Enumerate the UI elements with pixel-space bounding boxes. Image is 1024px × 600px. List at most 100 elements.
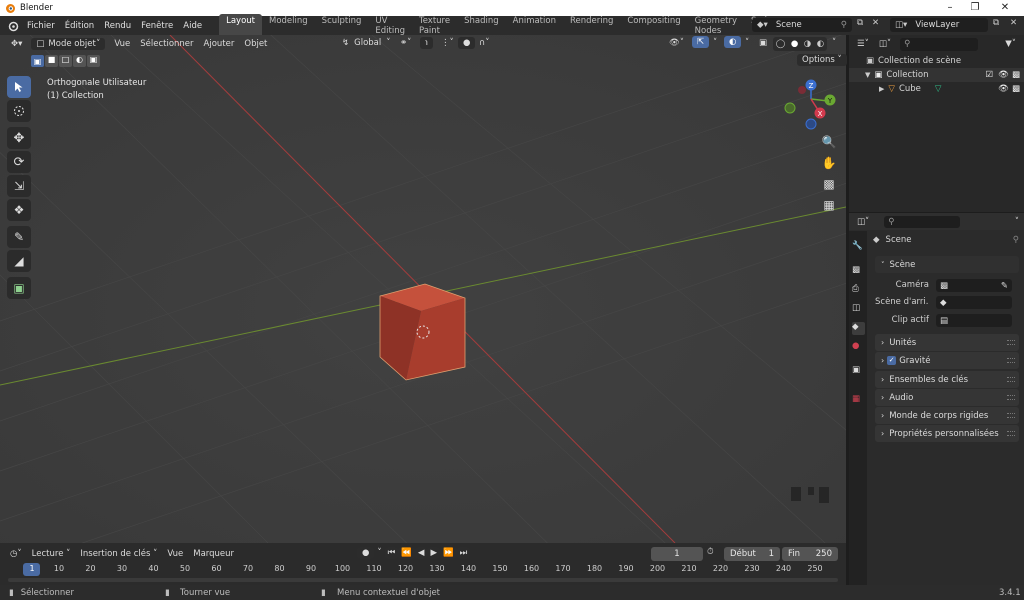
record-button[interactable]: ● — [357, 547, 375, 559]
zoom-view-button[interactable]: 🔍 — [819, 132, 839, 152]
blender-menu-icon[interactable] — [7, 20, 19, 32]
maximize-button[interactable]: ❐ — [960, 0, 990, 16]
xray-toggle-icon[interactable]: ▣ — [754, 37, 772, 49]
tab-animation[interactable]: Animation — [506, 14, 563, 38]
menu-help[interactable]: Aide — [178, 21, 207, 31]
timeline-editor-type-icon[interactable]: ◷˅ — [5, 548, 27, 560]
select-subtract-icon[interactable]: □ — [59, 55, 72, 67]
checkbox-icon[interactable]: ☑ — [986, 70, 994, 80]
select-new-icon[interactable]: ▣ — [31, 55, 44, 67]
scene-tab-icon[interactable]: ◆ — [852, 322, 865, 335]
delete-scene-icon[interactable]: ✕ — [872, 18, 879, 28]
drag-handle-icon[interactable] — [1007, 413, 1015, 418]
tab-geometry-nodes[interactable]: Geometry Nodes — [688, 14, 744, 38]
properties-options-icon[interactable]: ˅ — [1010, 216, 1024, 228]
drag-handle-icon[interactable] — [1007, 431, 1015, 436]
toggle-projection-button[interactable]: ▦ — [819, 195, 839, 215]
gravity-checkbox[interactable]: ✓ — [887, 356, 897, 365]
menu-playback[interactable]: Lecture ˅ — [27, 548, 76, 560]
world-tab-icon[interactable]: ● — [852, 341, 865, 354]
outliner-search-input[interactable]: ⚲ — [900, 37, 979, 51]
expand-icon[interactable]: ▶ — [879, 85, 884, 93]
menu-object[interactable]: Objet — [239, 38, 272, 50]
current-frame-field[interactable]: 1 — [651, 547, 703, 561]
snap-options-icon[interactable]: ⋮˅ — [436, 37, 459, 49]
timeline-scrollbar[interactable] — [8, 578, 838, 582]
menu-file[interactable]: Fichier — [22, 21, 60, 31]
snap-toggle-icon[interactable]: ℩ — [420, 37, 433, 49]
pivot-point-icon[interactable]: ⚭˅ — [395, 37, 416, 49]
properties-search-input[interactable]: ⚲ — [884, 215, 961, 228]
eyedropper-icon[interactable]: ✎ — [1001, 281, 1008, 291]
start-frame-field[interactable]: Début 1 — [724, 547, 780, 561]
properties-editor-type-icon[interactable]: ◫˅ — [852, 216, 874, 228]
panel-gravity[interactable]: › ✓ Gravité — [875, 352, 1019, 369]
proportional-falloff-icon[interactable]: ∩˅ — [474, 37, 494, 49]
transform-tool[interactable]: ❖ — [7, 199, 31, 221]
menu-marker[interactable]: Marqueur — [188, 548, 239, 560]
outliner-row-collection[interactable]: ▼ ▣ Collection ☑ 👁 ▩ — [849, 68, 1024, 82]
panel-units[interactable]: › Unités — [875, 334, 1019, 351]
jump-end-button[interactable]: ⏭ — [456, 547, 471, 559]
solid-shading-icon[interactable]: ● — [791, 39, 798, 49]
tab-texture-paint[interactable]: Texture Paint — [412, 14, 457, 38]
output-tab-icon[interactable]: ⎙ — [852, 284, 865, 297]
delete-viewlayer-icon[interactable]: ✕ — [1010, 18, 1017, 28]
new-scene-icon[interactable]: ⧉ — [857, 18, 863, 28]
select-intersect-icon[interactable]: ▣ — [87, 55, 100, 67]
camera-field[interactable]: ▩ ✎ — [936, 279, 1012, 292]
menu-window[interactable]: Fenêtre — [136, 21, 178, 31]
measure-tool[interactable]: ◢ — [7, 250, 31, 272]
frame-ruler[interactable]: 1 10 20 30 40 50 60 70 80 90 100 110 120 130 140 150 160… — [0, 563, 846, 577]
camera-view-button[interactable]: ▩ — [819, 174, 839, 194]
annotate-tool[interactable]: ✎ — [7, 226, 31, 248]
options-dropdown[interactable]: Options ˅ — [797, 54, 847, 66]
overlays-menu-icon[interactable]: ˅ — [740, 37, 754, 49]
gizmo-toggle-icon[interactable]: ⇱ — [692, 36, 710, 48]
cursor-tool[interactable] — [7, 100, 31, 122]
menu-render[interactable]: Rendu — [99, 21, 136, 31]
tab-layout[interactable]: Layout — [219, 13, 262, 38]
pan-view-button[interactable]: ✋ — [819, 153, 839, 173]
menu-keying[interactable]: Insertion de clés ˅ — [75, 548, 162, 560]
background-scene-field[interactable]: ◆ — [936, 296, 1012, 309]
panel-custom-properties[interactable]: › Propriétés personnalisées — [875, 425, 1019, 442]
gizmo-menu-icon[interactable]: ˅ — [708, 37, 722, 49]
tab-shading[interactable]: Shading — [457, 14, 506, 38]
tool-tab-icon[interactable]: 🔧 — [852, 241, 865, 254]
jump-keyframe-forward-button[interactable]: ⏩ — [440, 547, 457, 559]
menu-edit[interactable]: Édition — [60, 21, 99, 31]
add-cube-tool[interactable]: ▣ — [7, 277, 31, 299]
rotate-tool[interactable]: ⟳ — [7, 151, 31, 173]
wireframe-shading-icon[interactable]: ◯ — [776, 39, 786, 49]
jump-start-button[interactable]: ⏮ — [384, 547, 399, 559]
panel-audio[interactable]: › Audio — [875, 389, 1019, 406]
outliner-row-scene-collection[interactable]: ▣ Collection de scène — [849, 54, 1024, 68]
select-extend-icon[interactable]: ■ — [45, 55, 58, 67]
drag-handle-icon[interactable] — [1007, 358, 1015, 363]
proportional-edit-icon[interactable]: ● — [458, 37, 476, 49]
move-tool[interactable]: ✥ — [7, 127, 31, 149]
panel-rigid-body-world[interactable]: › Monde de corps rigides — [875, 407, 1019, 424]
camera-icon[interactable]: ▩ — [1012, 84, 1020, 94]
drag-handle-icon[interactable] — [1007, 395, 1015, 400]
close-button[interactable]: ✕ — [990, 0, 1020, 16]
drag-handle-icon[interactable] — [1007, 377, 1015, 382]
outliner-display-mode-icon[interactable]: ◫˅ — [874, 38, 896, 50]
stopwatch-icon[interactable]: ⏱ — [707, 547, 714, 557]
panel-keying-sets[interactable]: › Ensembles de clés — [875, 371, 1019, 388]
outliner-editor-type-icon[interactable]: ☰˅ — [852, 38, 874, 50]
mode-dropdown[interactable]: □ Mode objet ˅ — [31, 38, 106, 50]
viewlayer-selector[interactable]: ◫▾ ViewLayer — [890, 18, 988, 32]
view-layer-tab-icon[interactable]: ◫ — [852, 303, 865, 316]
tab-sculpting[interactable]: Sculpting — [315, 14, 369, 38]
filter-icon[interactable]: ▼˅ — [1000, 38, 1021, 50]
select-invert-icon[interactable]: ◐ — [73, 55, 86, 67]
expand-icon[interactable]: ▼ — [865, 71, 870, 79]
transform-orientation-dropdown[interactable]: ↯ Global ˅ — [337, 37, 396, 49]
pin-icon[interactable]: ⚲ — [1013, 235, 1019, 245]
tab-modeling[interactable]: Modeling — [262, 14, 315, 38]
render-tab-icon[interactable]: ▩ — [852, 265, 865, 278]
3d-viewport[interactable] — [0, 35, 846, 543]
visibility-icon[interactable]: 👁˅ — [664, 37, 689, 49]
